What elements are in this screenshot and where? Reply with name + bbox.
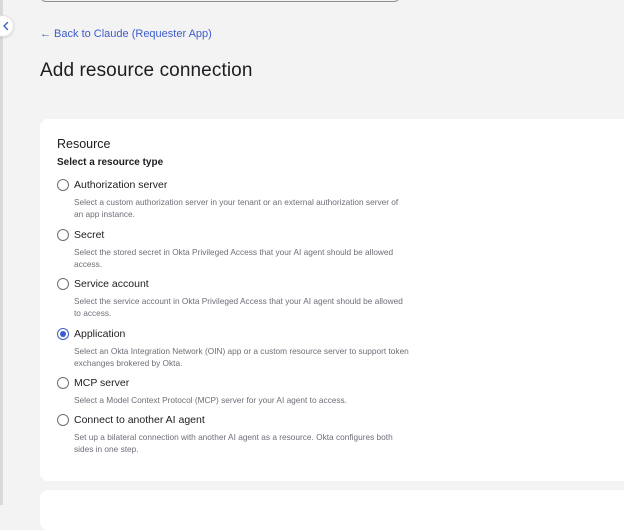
option-application[interactable]: Application Select an Okta Integration N… [57, 328, 417, 370]
chevron-left-icon [2, 21, 8, 31]
radio-mcp-server[interactable] [57, 377, 69, 389]
option-description: Select a Model Context Protocol (MCP) se… [74, 395, 347, 405]
back-link[interactable]: ← Back to Claude (Requester App) [40, 28, 212, 40]
resource-card: Resource Select a resource type Authoriz… [40, 119, 624, 481]
option-description: Select the service account in Okta Privi… [74, 296, 403, 319]
option-label: MCP server [74, 377, 130, 389]
option-description: Select the stored secret in Okta Privile… [74, 247, 394, 270]
next-section-card [40, 490, 624, 530]
sidebar-edge [0, 0, 3, 505]
option-label: Secret [74, 229, 105, 241]
radio-secret[interactable] [57, 229, 69, 241]
option-secret[interactable]: Secret Select the stored secret in Okta … [57, 229, 417, 271]
radio-connect-ai-agent[interactable] [57, 414, 69, 426]
section-title: Resource [57, 137, 111, 151]
option-description: Select a custom authorization server in … [74, 197, 399, 220]
sidebar-collapse-button[interactable] [0, 15, 14, 37]
option-service-account[interactable]: Service account Select the service accou… [57, 278, 417, 320]
option-label: Authorization server [74, 179, 168, 191]
option-description: Select an Okta Integration Network (OIN)… [74, 346, 409, 369]
section-subtitle: Select a resource type [57, 157, 164, 168]
option-connect-ai-agent[interactable]: Connect to another AI agent Set up a bil… [57, 414, 417, 456]
option-label: Connect to another AI agent [74, 414, 205, 426]
radio-authorization-server[interactable] [57, 179, 69, 191]
option-description: Set up a bilateral connection with anoth… [74, 432, 393, 455]
radio-service-account[interactable] [57, 278, 69, 290]
option-label: Service account [74, 278, 149, 290]
option-authorization-server[interactable]: Authorization server Select a custom aut… [57, 179, 417, 221]
page-title: Add resource connection [40, 60, 253, 81]
top-field-edge [40, 0, 400, 2]
radio-application[interactable] [57, 328, 69, 340]
option-label: Application [74, 328, 126, 340]
option-mcp-server[interactable]: MCP server Select a Model Context Protoc… [57, 377, 417, 406]
